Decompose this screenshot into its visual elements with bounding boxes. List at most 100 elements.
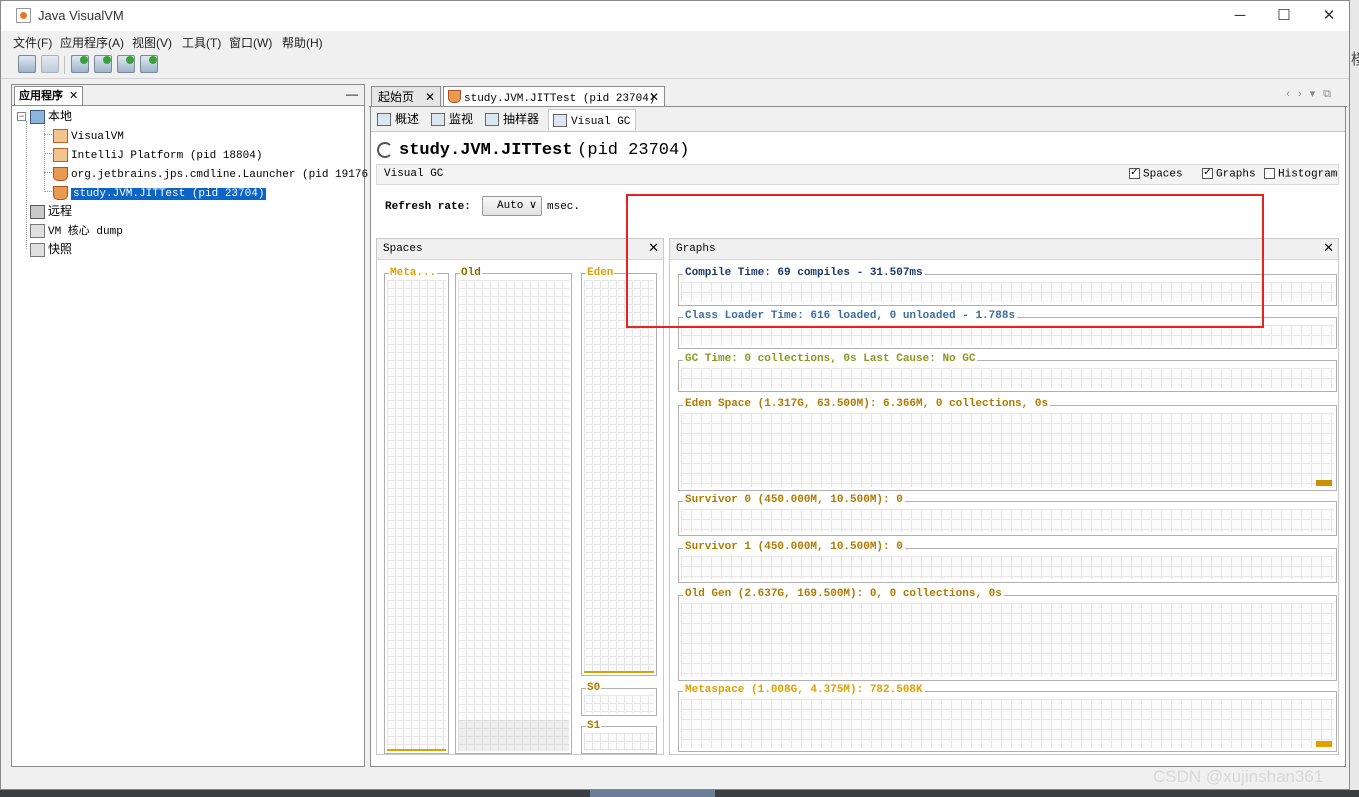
- snapshot-icon: [30, 242, 45, 257]
- tab-monitor[interactable]: 监视: [427, 109, 478, 130]
- refresh-rate-label: Refresh rate:: [385, 201, 471, 213]
- checkbox-label: Graphs: [1216, 168, 1256, 181]
- visualvm-window: Java VisualVM ─ ☐ ✕ 文件(F) 应用程序(A) 视图(V) …: [0, 0, 1350, 790]
- tree-node-snapshots[interactable]: 快照: [30, 240, 72, 258]
- panel-minimize-button[interactable]: —: [346, 87, 358, 101]
- title-bar: Java VisualVM ─ ☐ ✕: [1, 1, 1349, 31]
- spaces-checkbox[interactable]: ✓ Spaces: [1129, 168, 1183, 180]
- eden-grid: [584, 280, 654, 673]
- toolbar: [1, 52, 1349, 79]
- graph-grid: [681, 325, 1334, 345]
- tab-close-button[interactable]: ✕: [425, 87, 435, 107]
- window-title: Java VisualVM: [38, 8, 124, 23]
- histogram-checkbox[interactable]: Histogram: [1264, 168, 1337, 180]
- gc-time-graph: GC Time: 0 collections, 0s Last Cause: N…: [678, 353, 1337, 392]
- tab-navigation-icons[interactable]: ‹›▾⧉: [1286, 87, 1339, 101]
- tab-start-page[interactable]: 起始页 ✕: [371, 86, 441, 106]
- old-gen-box: Old: [455, 267, 572, 754]
- survivor1-label: S1: [586, 720, 602, 732]
- tab-close-button[interactable]: ✕: [649, 87, 659, 107]
- checkbox-unchecked-icon: [1264, 168, 1275, 179]
- visual-gc-label: Visual GC: [384, 168, 444, 180]
- remote-host-icon: [30, 204, 45, 219]
- tab-sampler[interactable]: 抽样器: [481, 109, 544, 130]
- refresh-rate-value: Auto: [497, 200, 524, 212]
- computer-icon: [30, 109, 45, 124]
- tab-visual-gc[interactable]: Visual GC: [548, 109, 637, 130]
- graph-grid: [681, 368, 1334, 388]
- applications-panel: 应用程序 ✕ — − 本地 VisualVM IntelliJ Platform …: [11, 84, 375, 767]
- overview-icon: [377, 113, 391, 126]
- graph-label: GC Time: 0 collections, 0s Last Cause: N…: [683, 353, 978, 365]
- tree-node-label: study.JVM.JITTest (pid 23704): [71, 188, 267, 200]
- minimize-button[interactable]: ─: [1225, 6, 1255, 26]
- monitor-icon: [431, 113, 445, 126]
- survivor0-label: S0: [586, 682, 602, 694]
- spaces-title: Spaces: [383, 243, 423, 255]
- refresh-rate-select[interactable]: Auto ∨: [482, 196, 542, 216]
- checkbox-checked-icon: ✓: [1129, 168, 1140, 179]
- add-jmx-icon[interactable]: [71, 55, 89, 73]
- view-tabbar: 概述 监视 抽样器 Visual GC: [371, 107, 1345, 132]
- page-title: study.JVM.JITTest (pid 23704): [377, 139, 689, 163]
- close-button[interactable]: ✕: [1314, 6, 1344, 26]
- graphs-close-button[interactable]: ✕: [1323, 239, 1334, 259]
- eden-usage-bar: [1316, 480, 1332, 486]
- checkbox-checked-icon: ✓: [1202, 168, 1213, 179]
- graph-label: Survivor 0 (450.000M, 10.500M): 0: [683, 494, 905, 506]
- tab-jittest[interactable]: study.JVM.JITTest (pid 23704) ✕: [443, 86, 665, 106]
- tree-line: [26, 121, 27, 249]
- menu-file[interactable]: 文件(F): [13, 34, 52, 51]
- java-cup-icon: [448, 90, 461, 103]
- document-tabbar: 起始页 ✕ study.JVM.JITTest (pid 23704) ✕ ‹›…: [369, 84, 1347, 107]
- old-gen-grid: [458, 280, 569, 751]
- visual-gc-options-bar: Visual GC ✓ Spaces ✓ Graphs Histogram: [376, 164, 1339, 185]
- visualvm-app-icon: [53, 128, 68, 143]
- collapse-toggle[interactable]: −: [17, 112, 26, 121]
- tree-node-visualvm[interactable]: VisualVM: [53, 126, 124, 144]
- add-remote-icon[interactable]: [94, 55, 112, 73]
- add-snapshot-icon[interactable]: [140, 55, 158, 73]
- tree-node-coredump[interactable]: VM 核心 dump: [30, 221, 123, 239]
- tree-node-label: org.jetbrains.jps.cmdline.Launcher (pid …: [71, 169, 375, 181]
- survivor1-grid: [584, 733, 654, 751]
- maximize-button[interactable]: ☐: [1269, 6, 1299, 26]
- eden-fill: [584, 671, 654, 673]
- tree-node-label: VM 核心 dump: [48, 226, 123, 238]
- metaspace-grid: [387, 280, 446, 751]
- visualvm-icon: [16, 8, 31, 23]
- tree-node-local[interactable]: 本地: [30, 107, 72, 125]
- applications-tab-close[interactable]: ✕: [69, 90, 78, 102]
- app-name: study.JVM.JITTest: [399, 141, 573, 160]
- spaces-pane: Spaces ✕ Meta... Old Eden S0 S1: [376, 238, 664, 755]
- open-icon[interactable]: [18, 55, 36, 73]
- tree-node-intellij[interactable]: IntelliJ Platform (pid 18804): [53, 145, 262, 163]
- tab-overview[interactable]: 概述: [373, 109, 424, 130]
- tree-node-remote[interactable]: 远程: [30, 202, 72, 220]
- core-dump-icon: [30, 223, 45, 238]
- graph-label: Metaspace (1.008G, 4.375M): 782.508K: [683, 684, 925, 696]
- chevron-down-icon: ∨: [528, 200, 537, 212]
- menu-help[interactable]: 帮助(H): [282, 34, 323, 51]
- java-cup-icon: [53, 185, 68, 200]
- menu-window[interactable]: 窗口(W): [229, 34, 272, 51]
- tree-node-jittest[interactable]: study.JVM.JITTest (pid 23704): [53, 183, 267, 201]
- graphs-checkbox[interactable]: ✓ Graphs: [1202, 168, 1256, 180]
- applications-tab[interactable]: 应用程序 ✕: [14, 86, 84, 105]
- survivor1-box: S1: [581, 720, 657, 754]
- menu-tools[interactable]: 工具(T): [182, 34, 221, 51]
- old-gen-committed: [458, 720, 569, 751]
- tree-node-launcher[interactable]: org.jetbrains.jps.cmdline.Launcher (pid …: [53, 164, 375, 182]
- survivor0-box: S0: [581, 682, 657, 716]
- tree-node-label: 快照: [48, 242, 73, 256]
- menu-applications[interactable]: 应用程序(A): [60, 34, 124, 51]
- app-pid: (pid 23704): [577, 141, 690, 160]
- save-icon[interactable]: [41, 55, 59, 73]
- add-coredump-icon[interactable]: [117, 55, 135, 73]
- old-gen-label: Old: [460, 267, 482, 279]
- applications-tabbar: 应用程序 ✕ —: [12, 85, 364, 106]
- graph-grid: [681, 603, 1334, 677]
- toolbar-separator: [64, 56, 65, 74]
- metaspace-label: Meta...: [389, 267, 438, 279]
- menu-view[interactable]: 视图(V): [132, 34, 172, 51]
